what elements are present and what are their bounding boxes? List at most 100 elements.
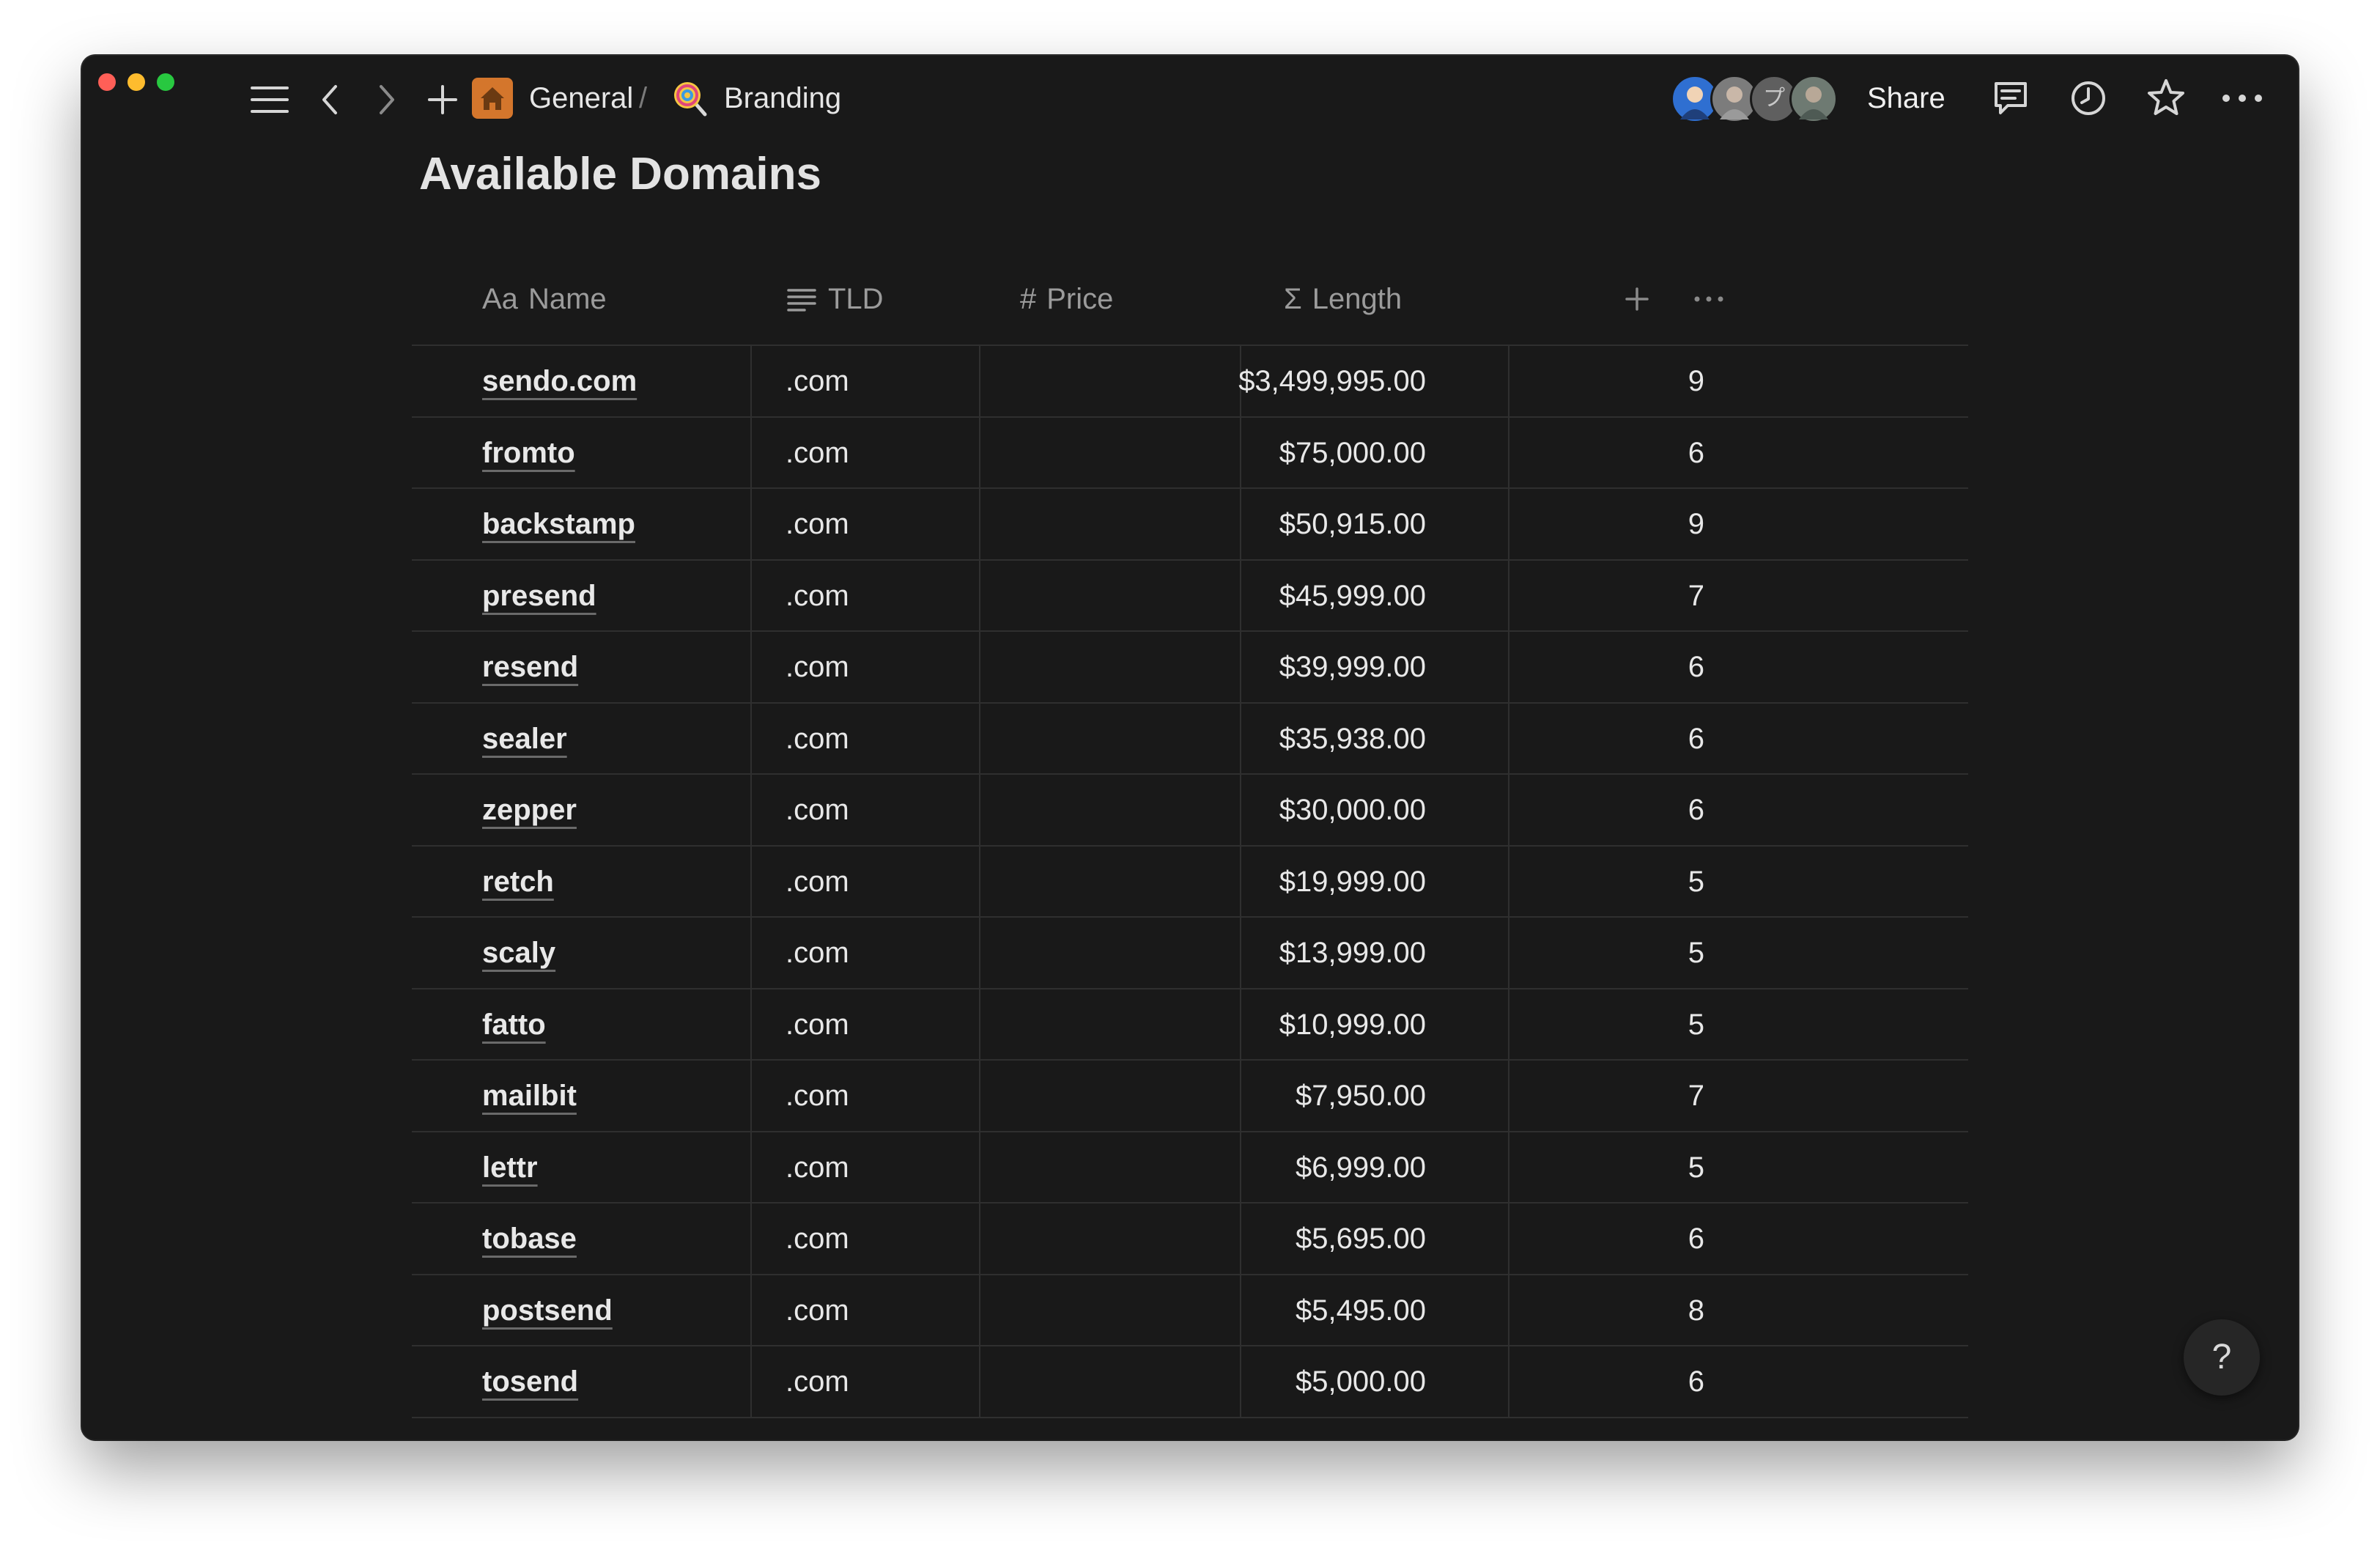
- breadcrumb-branding[interactable]: Branding: [724, 75, 841, 122]
- column-divider: [979, 489, 980, 559]
- tld-cell[interactable]: .com: [786, 1275, 849, 1346]
- zoom-window-button[interactable]: [157, 73, 174, 91]
- domain-name-link[interactable]: lettr: [482, 1132, 538, 1203]
- length-cell[interactable]: 7: [1353, 561, 1704, 631]
- table-row[interactable]: sendo.com .com $3,499,995.00 9: [412, 346, 1968, 418]
- domain-name-link[interactable]: backstamp: [482, 489, 635, 559]
- column-header-tld[interactable]: TLD: [786, 254, 884, 344]
- help-button[interactable]: ?: [2184, 1319, 2260, 1396]
- length-cell[interactable]: 9: [1353, 346, 1704, 416]
- app-window: General / Branding プ Share Available Dom…: [82, 56, 2298, 1440]
- tld-cell[interactable]: .com: [786, 1132, 849, 1203]
- domain-name-link[interactable]: postsend: [482, 1275, 613, 1346]
- length-cell[interactable]: 6: [1353, 1346, 1704, 1417]
- tld-cell[interactable]: .com: [786, 1346, 849, 1417]
- history-clock-icon[interactable]: [2068, 78, 2109, 119]
- length-cell[interactable]: 5: [1353, 847, 1704, 917]
- column-header-label: TLD: [828, 283, 884, 315]
- length-cell[interactable]: 8: [1353, 1275, 1704, 1346]
- length-cell[interactable]: 6: [1353, 704, 1704, 774]
- column-header-name[interactable]: Aa Name: [482, 254, 607, 344]
- tld-cell[interactable]: .com: [786, 704, 849, 774]
- minimize-window-button[interactable]: [128, 73, 145, 91]
- domain-name-link[interactable]: resend: [482, 632, 578, 702]
- column-divider: [979, 1132, 980, 1202]
- column-divider: [979, 346, 980, 416]
- domain-name-link[interactable]: presend: [482, 561, 596, 631]
- length-cell[interactable]: 5: [1353, 918, 1704, 988]
- favorite-star-icon[interactable]: [2144, 76, 2188, 120]
- breadcrumb-separator: /: [639, 82, 648, 114]
- domain-name-link[interactable]: scaly: [482, 918, 555, 988]
- back-arrow-icon[interactable]: [318, 82, 341, 117]
- breadcrumb-general[interactable]: General: [529, 75, 633, 122]
- avatar[interactable]: [1789, 75, 1838, 123]
- column-divider: [750, 489, 752, 559]
- domain-name-link[interactable]: tosend: [482, 1346, 578, 1417]
- table-row[interactable]: scaly .com $13,999.00 5: [412, 918, 1968, 989]
- domain-name-link[interactable]: fatto: [482, 989, 546, 1060]
- length-cell[interactable]: 5: [1353, 1132, 1704, 1203]
- column-divider: [979, 846, 980, 916]
- column-divider: [750, 989, 752, 1059]
- add-column-plus-icon[interactable]: [1622, 284, 1652, 314]
- tld-cell[interactable]: .com: [786, 561, 849, 631]
- table-row[interactable]: tobase .com $5,695.00 6: [412, 1204, 1968, 1275]
- table-row[interactable]: retch .com $19,999.00 5: [412, 846, 1968, 918]
- table-row[interactable]: presend .com $45,999.00 7: [412, 560, 1968, 632]
- sidebar-menu-icon[interactable]: [249, 82, 290, 117]
- close-window-button[interactable]: [98, 73, 116, 91]
- length-cell[interactable]: 9: [1353, 489, 1704, 559]
- table-row[interactable]: resend .com $39,999.00 6: [412, 632, 1968, 704]
- table-row[interactable]: lettr .com $6,999.00 5: [412, 1132, 1968, 1204]
- tld-cell[interactable]: .com: [786, 1061, 849, 1131]
- table-row[interactable]: fatto .com $10,999.00 5: [412, 989, 1968, 1061]
- length-cell[interactable]: 6: [1353, 775, 1704, 845]
- domain-name-link[interactable]: fromto: [482, 418, 575, 488]
- comments-icon[interactable]: [1990, 78, 2031, 119]
- lollipop-icon: [670, 78, 711, 119]
- tld-cell[interactable]: .com: [786, 847, 849, 917]
- column-header-price[interactable]: # Price: [1020, 254, 1113, 344]
- column-divider: [979, 1275, 980, 1345]
- table-row[interactable]: sealer .com $35,938.00 6: [412, 703, 1968, 775]
- table-row[interactable]: postsend .com $5,495.00 8: [412, 1275, 1968, 1346]
- length-cell[interactable]: 6: [1353, 632, 1704, 702]
- new-page-plus-icon[interactable]: [425, 82, 460, 117]
- domain-name-link[interactable]: tobase: [482, 1204, 577, 1274]
- column-divider: [750, 918, 752, 988]
- length-cell[interactable]: 5: [1353, 989, 1704, 1060]
- table-row[interactable]: backstamp .com $50,915.00 9: [412, 489, 1968, 561]
- domain-name-link[interactable]: retch: [482, 847, 554, 917]
- table-row[interactable]: zepper .com $30,000.00 6: [412, 775, 1968, 847]
- column-divider: [979, 775, 980, 845]
- collaborator-avatars[interactable]: プ: [1671, 67, 1847, 126]
- tld-cell[interactable]: .com: [786, 775, 849, 845]
- table-row[interactable]: fromto .com $75,000.00 6: [412, 417, 1968, 489]
- tld-cell[interactable]: .com: [786, 418, 849, 488]
- column-header-length[interactable]: Σ Length: [1284, 254, 1402, 344]
- domain-name-link[interactable]: sealer: [482, 704, 567, 774]
- column-divider: [979, 632, 980, 702]
- table-row[interactable]: mailbit .com $7,950.00 7: [412, 1061, 1968, 1132]
- table-row[interactable]: tosend .com $5,000.00 6: [412, 1346, 1968, 1418]
- length-cell[interactable]: 7: [1353, 1061, 1704, 1131]
- share-button[interactable]: Share: [1867, 75, 1945, 122]
- page-title[interactable]: Available Domains: [419, 148, 821, 200]
- tld-cell[interactable]: .com: [786, 489, 849, 559]
- tld-cell[interactable]: .com: [786, 1204, 849, 1274]
- number-type-glyph: #: [1020, 283, 1037, 315]
- domain-name-link[interactable]: mailbit: [482, 1061, 577, 1131]
- length-cell[interactable]: 6: [1353, 1204, 1704, 1274]
- column-divider: [750, 1275, 752, 1345]
- domain-name-link[interactable]: zepper: [482, 775, 577, 845]
- tld-cell[interactable]: .com: [786, 632, 849, 702]
- forward-arrow-icon[interactable]: [375, 82, 399, 117]
- tld-cell[interactable]: .com: [786, 918, 849, 988]
- column-options-icon[interactable]: [1691, 289, 1726, 309]
- length-cell[interactable]: 6: [1353, 418, 1704, 488]
- tld-cell[interactable]: .com: [786, 989, 849, 1060]
- tld-cell[interactable]: .com: [786, 346, 849, 416]
- domain-name-link[interactable]: sendo.com: [482, 346, 637, 416]
- more-options-icon[interactable]: [2219, 84, 2266, 113]
